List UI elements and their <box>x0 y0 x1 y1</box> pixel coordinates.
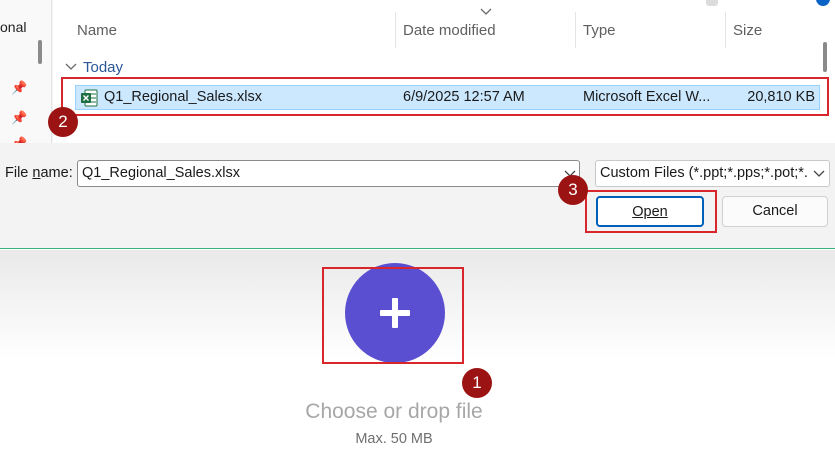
file-name-label: File name: <box>5 165 73 181</box>
column-divider[interactable] <box>395 12 396 48</box>
drop-file-text: Choose or drop file <box>305 400 483 423</box>
file-list-scrollbar[interactable] <box>823 42 827 72</box>
group-header-today[interactable]: Today <box>65 57 123 77</box>
file-name-input[interactable]: Q1_Regional_Sales.xlsx <box>77 160 580 187</box>
step-badge-2: 2 <box>48 107 78 137</box>
max-size-text: Max. 50 MB <box>355 431 433 447</box>
step-badge-1: 1 <box>462 368 492 398</box>
highlight-box-add-button <box>322 267 464 364</box>
group-label: Today <box>83 58 124 76</box>
nav-scrollbar[interactable] <box>38 40 42 64</box>
pin-icon[interactable]: 📌 <box>11 136 27 143</box>
chevron-down-icon[interactable] <box>813 170 825 178</box>
column-header-size[interactable]: Size <box>733 12 762 48</box>
highlight-box-open-button <box>585 190 717 233</box>
chevron-down-icon <box>65 63 77 70</box>
top-scroll-thumb[interactable] <box>706 0 718 6</box>
column-header-name[interactable]: Name <box>77 12 117 48</box>
cancel-button[interactable]: Cancel <box>722 196 828 227</box>
file-list: Name Date modified Type Size Today Q1_Re… <box>53 0 835 143</box>
column-divider[interactable] <box>725 12 726 48</box>
pin-icon[interactable]: 📌 <box>11 80 27 96</box>
column-header-date[interactable]: Date modified <box>403 12 496 48</box>
column-divider[interactable] <box>575 12 576 48</box>
column-header-type[interactable]: Type <box>583 12 616 48</box>
highlight-box-file-row <box>61 77 829 116</box>
step-badge-3: 3 <box>558 175 588 205</box>
file-type-filter-select[interactable]: Custom Files (*.ppt;*.pps;*.pot;*. <box>595 160 830 187</box>
pin-icon[interactable]: 📌 <box>11 110 27 126</box>
help-icon[interactable] <box>816 0 830 6</box>
nav-item-label[interactable]: onal <box>0 19 26 35</box>
navigation-pane: onal 📌 📌 📌 <box>0 0 52 143</box>
